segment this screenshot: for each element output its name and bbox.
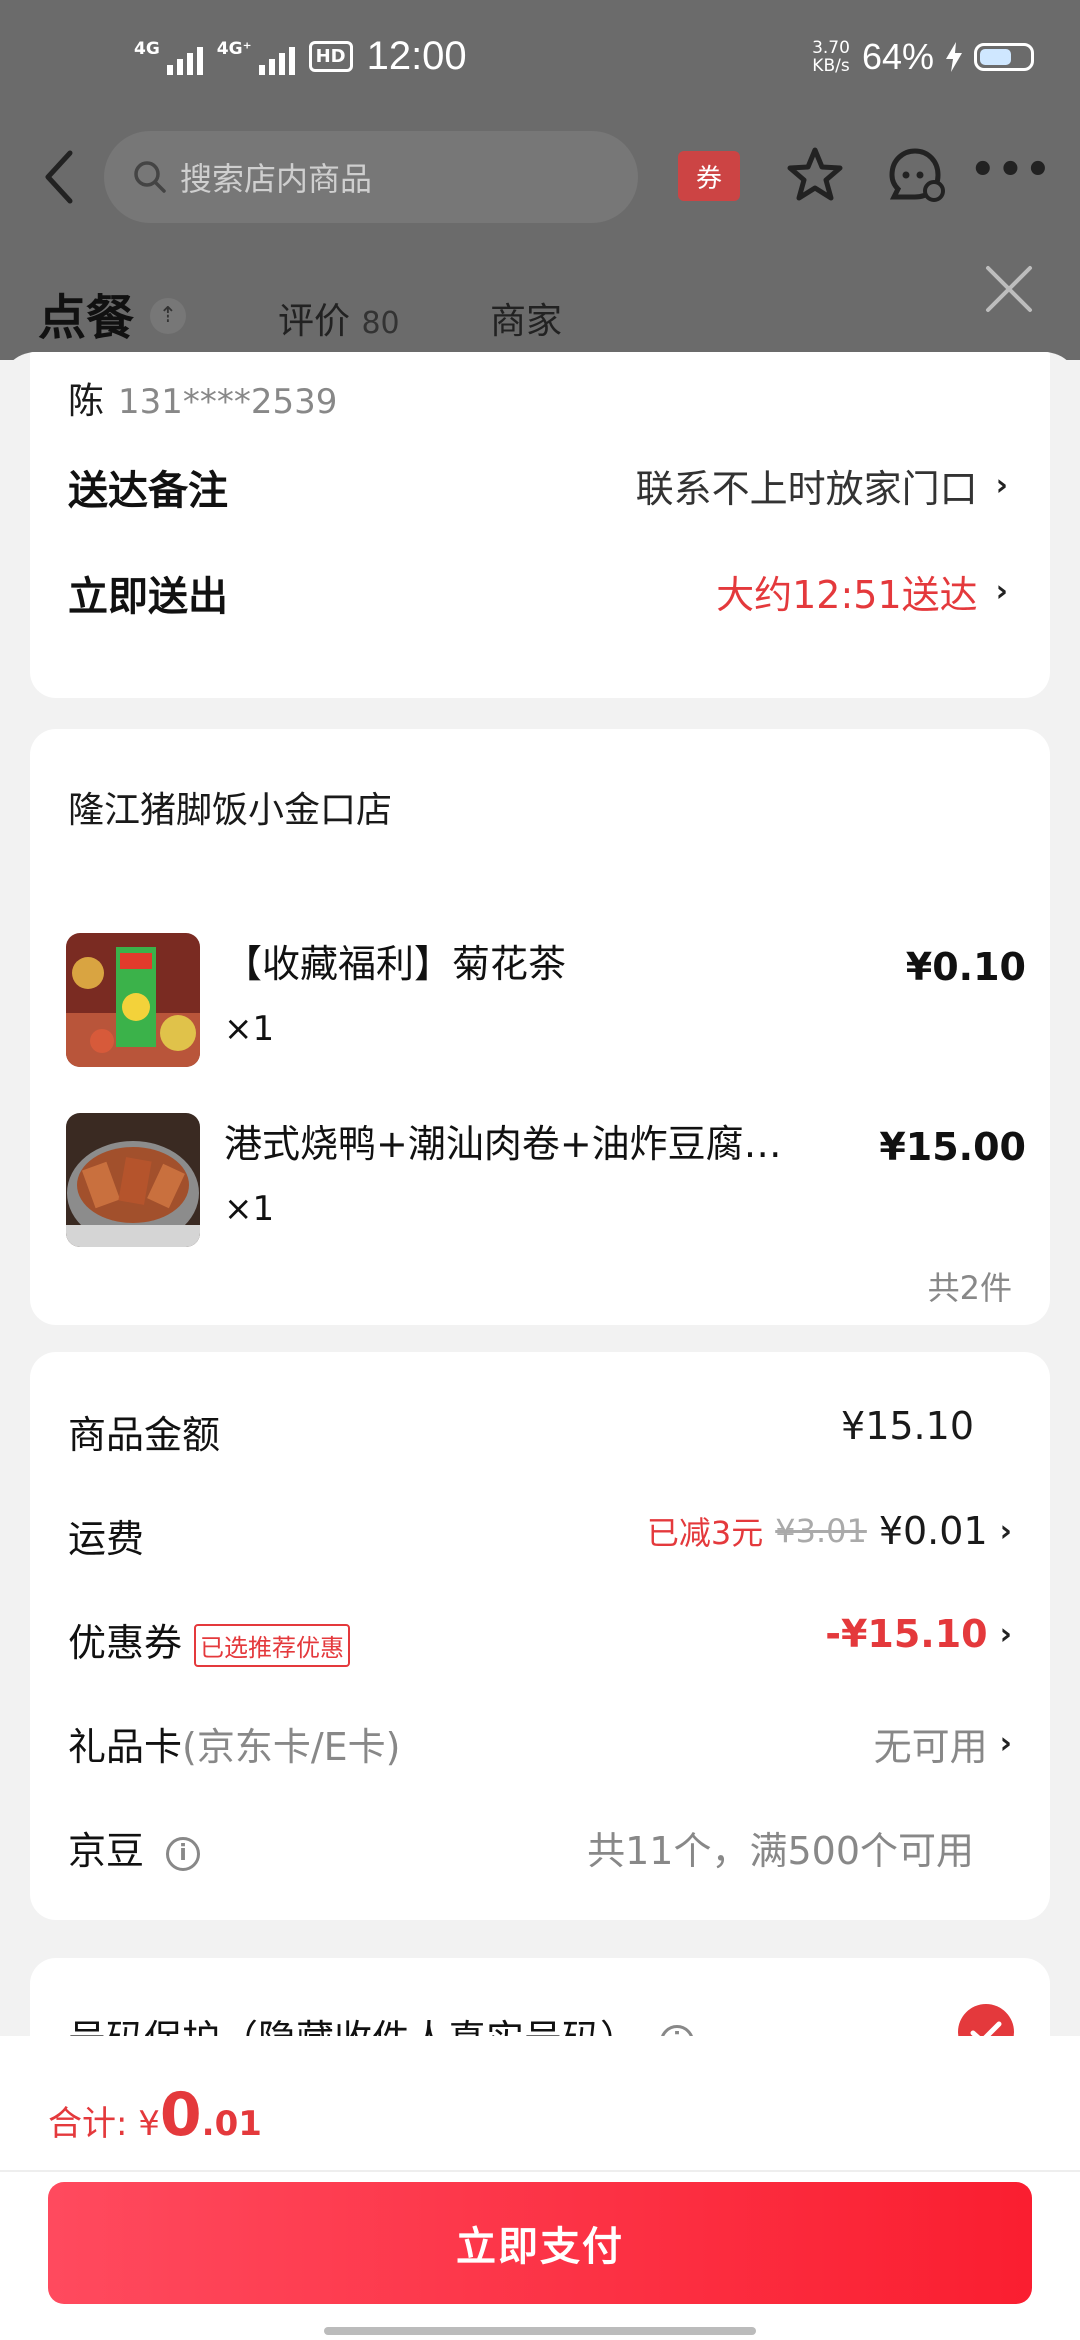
delivery-time-value: 大约12:51送达 (716, 573, 978, 617)
list-item[interactable]: 港式烧鸭+潮汕肉卷+油炸豆腐… ×1 ¥15.00 (66, 1113, 1026, 1249)
clock: 12:00 (366, 34, 467, 78)
chevron-right-icon: › (999, 1513, 1012, 1549)
info-icon[interactable]: i (166, 1836, 201, 1871)
battery-percent: 64% (861, 36, 934, 77)
charging-icon (946, 42, 962, 72)
shipping-label: 运费 (68, 1517, 145, 1561)
status-bar: 4G 4G⁺ HD 12:00 3.70 KB/s 64% (0, 0, 1080, 120)
product-image-roast-duck (66, 1113, 200, 1247)
giftcard-label: 礼品卡(京东卡/E卡) (68, 1725, 401, 1769)
goods-amount-label: 商品金额 (68, 1413, 221, 1457)
coupon-value: -¥15.10 › (825, 1612, 1012, 1656)
chevron-right-icon: › (999, 1726, 1012, 1761)
checkout-bar: 合计: ¥0.01 立即支付 (0, 2036, 1080, 2340)
list-item[interactable]: 【收藏福利】菊花茶 ×1 ¥0.10 (66, 933, 1026, 1069)
recipient[interactable]: 陈 131****2539 (68, 372, 337, 424)
giftcard-row[interactable]: 礼品卡(京东卡/E卡) 无可用 › (68, 1716, 1012, 1776)
background-tabs: 点餐 ⇡ 评价 80 商家 (0, 270, 1080, 350)
product-name: 港式烧鸭+潮汕肉卷+油炸豆腐… (224, 1122, 782, 1166)
delivery-time-row[interactable]: 大约12:51送达 › (716, 564, 1008, 619)
battery-icon (974, 43, 1034, 71)
checkbox-checked-icon[interactable] (958, 2004, 1014, 2040)
coupon-amount: -¥15.10 (825, 1612, 988, 1656)
product-price: ¥0.10 (905, 945, 1026, 989)
shipping-row[interactable]: 运费 已减3元 ¥3.01 ¥0.01 › (68, 1508, 1012, 1568)
back-icon[interactable] (36, 147, 86, 207)
shipping-discount: 已减3元 (646, 1514, 764, 1552)
favorite-star-icon[interactable] (785, 145, 845, 205)
close-icon[interactable] (982, 262, 1036, 316)
shipping-original-price: ¥3.01 (775, 1512, 867, 1550)
signal-icon: 4G (134, 39, 203, 75)
more-icon[interactable]: ••• (970, 147, 1053, 193)
shop-items-card: 隆江猪脚饭小金口店 【收藏福利】菊花茶 ×1 ¥0.10 港式烧鸭+潮汕肉卷+油… (30, 729, 1050, 1325)
signal-icon: 4G⁺ (217, 39, 295, 75)
giftcard-value: 无可用 › (873, 1725, 1012, 1769)
coupon-icon[interactable]: 券 (678, 151, 740, 201)
search-placeholder: 搜索店内商品 (180, 160, 373, 198)
product-qty: ×1 (224, 1189, 275, 1229)
network-type-2: 4G⁺ (216, 38, 252, 59)
shipping-price: ¥0.01 (878, 1509, 988, 1553)
coupon-label: 优惠券 已选推荐优惠 (68, 1612, 351, 1667)
jingdou-row: 京豆 i 共11个，满500个可用 (68, 1820, 1012, 1880)
tab-merchant[interactable]: 商家 (490, 292, 562, 344)
jingdou-label: 京豆 i (68, 1820, 201, 1875)
search-icon (134, 161, 166, 193)
product-name: 【收藏福利】菊花茶 (224, 942, 567, 986)
recipient-phone: 131****2539 (118, 382, 338, 422)
collapse-icon: ⇡ (150, 298, 186, 334)
order-sheet: 陈 131****2539 送达备注 联系不上时放家门口 › 立即送出 大约12:5… (0, 352, 1080, 2040)
delivery-note-row[interactable]: 联系不上时放家门口 › (636, 458, 1008, 513)
pay-now-button[interactable]: 立即支付 (48, 2182, 1032, 2304)
tab-order[interactable]: 点餐 (38, 278, 134, 348)
hd-voice-icon: HD (308, 41, 353, 72)
delivery-note-label: 送达备注 (68, 468, 228, 514)
delivery-note-value: 联系不上时放家门口 (635, 467, 978, 511)
product-price: ¥15.00 (879, 1125, 1026, 1169)
product-image-chrysanthemum-tea (66, 933, 200, 1067)
network-speed: 3.70 KB/s (812, 38, 850, 76)
chevron-right-icon: › (995, 468, 1008, 503)
chevron-right-icon: › (995, 574, 1008, 609)
shop-name[interactable]: 隆江猪脚饭小金口店 (68, 781, 392, 833)
divider (0, 2170, 1080, 2172)
coupon-row[interactable]: 优惠券 已选推荐优惠 -¥15.10 › (68, 1612, 1012, 1672)
chevron-right-icon: › (999, 1616, 1012, 1652)
home-indicator[interactable] (324, 2327, 756, 2335)
tab-review[interactable]: 评价 80 (278, 292, 400, 344)
privacy-card: 号码保护（隐藏收件人真实号码）i (30, 1958, 1050, 2040)
delivery-time-label: 立即送出 (68, 574, 228, 620)
recommended-badge: 已选推荐优惠 (194, 1624, 351, 1667)
fees-card: 商品金额 ¥15.10 运费 已减3元 ¥3.01 ¥0.01 › 优惠券 已选推… (30, 1352, 1050, 1920)
recipient-name: 陈 (68, 381, 105, 422)
jingdou-value: 共11个，满500个可用 (587, 1829, 974, 1873)
goods-amount-row: 商品金额 ¥15.10 (68, 1404, 1012, 1464)
search-input[interactable]: 搜索店内商品 (104, 131, 638, 223)
top-nav: 搜索店内商品 券 ••• (0, 125, 1080, 225)
goods-amount-value: ¥15.10 (841, 1404, 974, 1448)
customer-service-icon[interactable] (884, 145, 946, 205)
item-count: 共2件 (927, 1269, 1012, 1307)
shipping-value: 已减3元 ¥3.01 ¥0.01 › (647, 1508, 1012, 1554)
address-card: 陈 131****2539 送达备注 联系不上时放家门口 › 立即送出 大约12:5… (30, 352, 1050, 698)
network-type-1: 4G (134, 38, 160, 59)
product-qty: ×1 (224, 1009, 275, 1049)
order-total: 合计: ¥0.01 (48, 2080, 262, 2150)
